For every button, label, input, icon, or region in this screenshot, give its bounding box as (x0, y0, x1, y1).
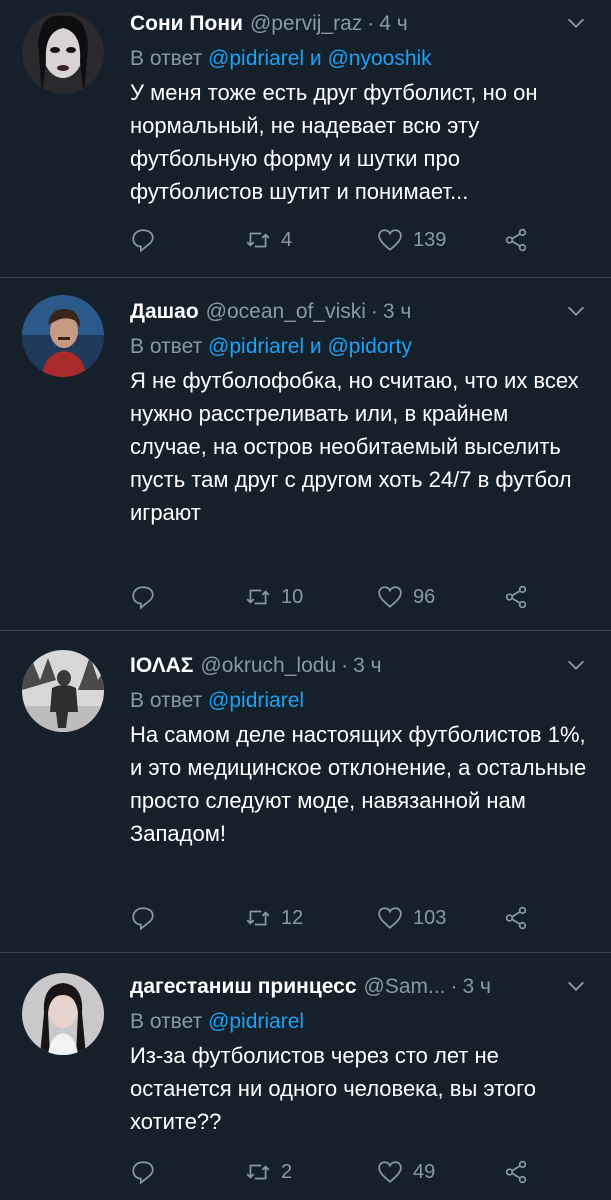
heart-icon (378, 229, 402, 251)
reply-icon (132, 907, 154, 931)
tweet-header: ΙΟΛΑΣ @okruch_lodu · 3 ч (130, 648, 587, 684)
retweet-count: 12 (281, 906, 304, 929)
separator-dot: · (367, 12, 375, 35)
reply-icon (132, 586, 154, 610)
tweet-header: Сони Пони @pervij_raz · 4 ч (130, 6, 587, 42)
avatar-image (22, 295, 104, 377)
share-button[interactable] (503, 905, 529, 931)
display-name[interactable]: дагестаниш принцесс (130, 975, 357, 999)
display-name[interactable]: ΙΟΛΑΣ (130, 654, 193, 678)
avatar[interactable] (22, 12, 104, 94)
like-button[interactable]: 103 (377, 905, 446, 931)
share-button[interactable] (503, 227, 529, 253)
tweet-text: Из-за футболистов через сто лет не остан… (130, 1043, 536, 1134)
avatar-image (22, 650, 104, 732)
share-button[interactable] (503, 1159, 529, 1185)
retweet-icon (246, 589, 270, 605)
chevron-down-icon[interactable] (565, 300, 587, 322)
separator-dot: · (450, 975, 458, 998)
retweet-button[interactable]: 4 (245, 227, 292, 253)
reply-prefix: В ответ (130, 1010, 203, 1033)
reply-icon (132, 229, 154, 253)
avatar[interactable] (22, 650, 104, 732)
reply-context: В ответ @pidriarel (130, 1005, 587, 1039)
heart-icon (378, 1161, 402, 1183)
tweet-header: дагестаниш принцесс @Sam... · 3 ч (130, 969, 587, 1005)
chevron-down-icon[interactable] (565, 654, 587, 676)
tweet-actions: 10 96 (130, 584, 550, 614)
reply-button[interactable] (130, 227, 156, 253)
reply-button[interactable] (130, 584, 156, 610)
retweet-count: 10 (281, 585, 304, 608)
share-icon (505, 906, 527, 930)
user-handle[interactable]: @pervij_raz (250, 12, 362, 36)
tweet-text: У меня тоже есть друг футболист, но он н… (130, 80, 538, 204)
chevron-down-icon[interactable] (565, 975, 587, 997)
tweet-header: Дашао @ocean_of_viski · 3 ч (130, 294, 587, 330)
tweet-text: На самом деле настоящих футболистов 1%, … (130, 722, 587, 846)
heart-icon (378, 586, 402, 608)
tweet[interactable]: Дашао @ocean_of_viski · 3 ч В ответ @pid… (0, 278, 611, 631)
heart-icon (378, 907, 402, 929)
reply-button[interactable] (130, 905, 156, 931)
like-button[interactable]: 49 (377, 1159, 435, 1185)
reply-mentions[interactable]: @pidriarel (208, 1010, 304, 1033)
like-count: 103 (413, 906, 447, 929)
separator-dot: · (370, 300, 378, 323)
share-icon (505, 228, 527, 252)
reply-prefix: В ответ (130, 47, 203, 70)
reply-icon (132, 1161, 154, 1185)
timestamp[interactable]: 3 ч (463, 975, 491, 999)
share-icon (505, 585, 527, 609)
retweet-count: 2 (281, 1160, 293, 1183)
timestamp[interactable]: 3 ч (353, 654, 381, 678)
avatar-image (22, 12, 104, 94)
like-button[interactable]: 139 (377, 227, 446, 253)
user-handle[interactable]: @okruch_lodu (200, 654, 336, 678)
separator-dot: · (341, 654, 349, 677)
chevron-down-icon[interactable] (565, 12, 587, 34)
avatar-image (22, 973, 104, 1055)
like-count: 96 (413, 585, 436, 608)
like-count: 49 (413, 1160, 436, 1183)
reply-context: В ответ @pidriarel и @nyooshik (130, 42, 587, 76)
reply-prefix: В ответ (130, 689, 203, 712)
reply-prefix: В ответ (130, 335, 203, 358)
user-handle[interactable]: @ocean_of_viski (206, 300, 366, 324)
retweet-icon (246, 232, 270, 248)
retweet-icon (246, 1164, 270, 1180)
tweet[interactable]: ΙΟΛΑΣ @okruch_lodu · 3 ч В ответ @pidria… (0, 631, 611, 953)
tweet-actions: 4 139 (130, 227, 550, 257)
tweet-actions: 12 103 (130, 905, 550, 935)
retweet-button[interactable]: 12 (245, 905, 303, 931)
avatar[interactable] (22, 973, 104, 1055)
retweet-button[interactable]: 10 (245, 584, 303, 610)
tweet[interactable]: Сони Пони @pervij_raz · 4 ч В ответ @pid… (0, 0, 611, 278)
tweet[interactable]: дагестаниш принцесс @Sam... · 3 ч В отве… (0, 953, 611, 1200)
timestamp[interactable]: 4 ч (379, 12, 407, 36)
share-icon (505, 1160, 527, 1184)
tweet-text: Я не футболофобка, но считаю, что их все… (130, 368, 579, 525)
reply-mentions[interactable]: @pidriarel (208, 689, 304, 712)
retweet-button[interactable]: 2 (245, 1159, 292, 1185)
reply-button[interactable] (130, 1159, 156, 1185)
retweet-count: 4 (281, 228, 293, 251)
avatar[interactable] (22, 295, 104, 377)
reply-context: В ответ @pidriarel и @pidorty (130, 330, 587, 364)
retweet-icon (246, 910, 270, 926)
display-name[interactable]: Дашао (130, 300, 199, 324)
tweet-actions: 2 49 (130, 1159, 550, 1189)
reply-mentions[interactable]: @pidriarel и @nyooshik (208, 47, 432, 70)
like-button[interactable]: 96 (377, 584, 435, 610)
reply-context: В ответ @pidriarel (130, 684, 587, 718)
timestamp[interactable]: 3 ч (383, 300, 411, 324)
user-handle[interactable]: @Sam... (364, 975, 446, 999)
like-count: 139 (413, 228, 447, 251)
display-name[interactable]: Сони Пони (130, 12, 243, 36)
reply-mentions[interactable]: @pidriarel и @pidorty (208, 335, 412, 358)
share-button[interactable] (503, 584, 529, 610)
